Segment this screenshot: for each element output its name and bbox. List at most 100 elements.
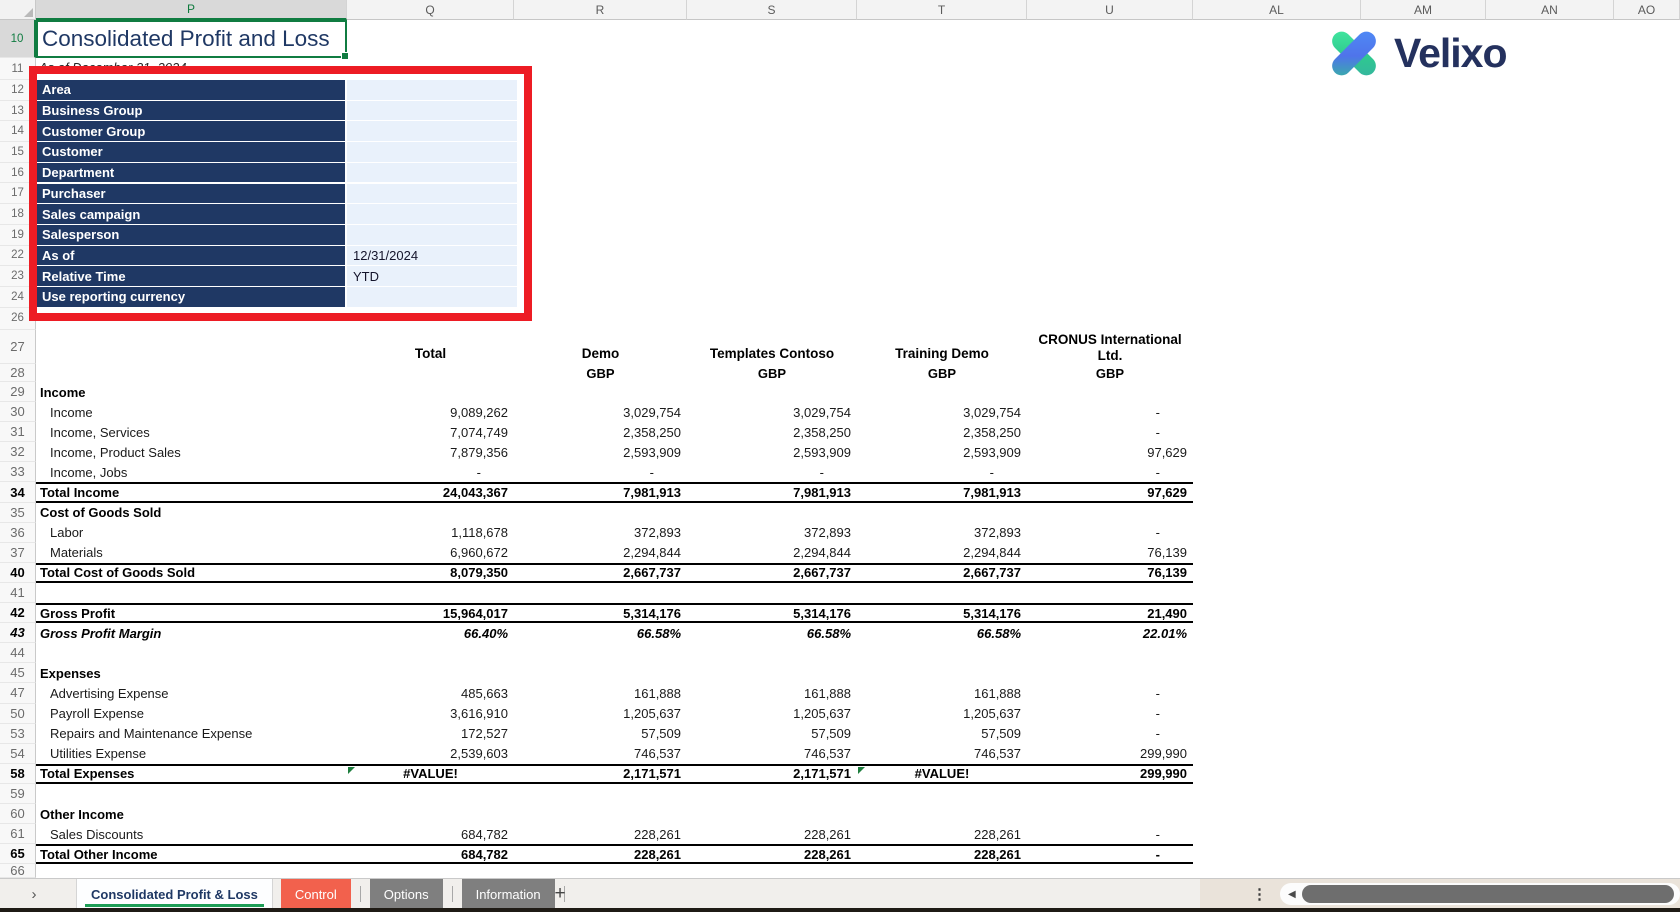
cell-value[interactable]: 372,893 [687,523,857,543]
row-header-58[interactable]: 58 [0,763,36,784]
cell-value[interactable]: 7,074,749 [347,422,514,442]
cell-value[interactable]: 485,663 [347,683,514,703]
cell-value[interactable]: 746,537 [514,744,687,764]
cell-value[interactable]: 2,667,737 [857,562,1027,583]
cell-value[interactable] [514,583,687,603]
row-header-24[interactable]: 24 [0,286,36,308]
currency-label[interactable] [347,364,514,382]
report-subtitle[interactable]: As of December 31, 2024 [39,60,186,75]
row-header-13[interactable]: 13 [0,100,36,122]
cell-value[interactable]: 161,888 [857,683,1027,703]
filter-value-use-reporting-currency[interactable] [347,287,517,307]
cell-value[interactable] [514,503,687,523]
cell-value[interactable] [514,784,687,804]
row-label-total-income[interactable]: Total Income [36,482,347,503]
cell-value[interactable]: 2,593,909 [514,442,687,462]
cell-value[interactable]: - [857,462,1027,482]
row-label-other-income[interactable]: Other Income [36,804,347,824]
row-header-36[interactable]: 36 [0,522,36,543]
filter-value-customer[interactable] [347,142,517,162]
sheet-nav-arrow[interactable]: › [14,879,54,909]
scroll-left-icon[interactable]: ◀ [1288,883,1296,905]
row-header-53[interactable]: 53 [0,723,36,744]
cell-value[interactable]: 746,537 [857,744,1027,764]
row-label-repairs-and-maintenance-expense[interactable]: Repairs and Maintenance Expense [36,724,347,744]
cell-value[interactable]: 76,139 [1027,562,1193,583]
filter-value-as-of[interactable]: 12/31/2024 [347,245,517,266]
cell-value[interactable]: 1,205,637 [857,704,1027,724]
row-header-47[interactable]: 47 [0,683,36,704]
cell-value[interactable]: 1,205,637 [514,704,687,724]
cell-value[interactable]: 15,964,017 [347,603,514,624]
cell-value[interactable] [857,643,1027,663]
add-sheet-button[interactable]: + [545,879,575,909]
column-title-total[interactable]: Total [347,330,514,364]
row-header-30[interactable]: 30 [0,402,36,423]
cell-value[interactable]: #VALUE! [347,763,514,784]
cell-value[interactable]: 2,593,909 [687,442,857,462]
row-header-28[interactable]: 28 [0,364,36,382]
row-header-41[interactable]: 41 [0,582,36,604]
column-title-templates-contoso[interactable]: Templates Contoso [687,330,857,364]
cell-value[interactable]: - [1027,683,1193,703]
filter-label-purchaser[interactable]: Purchaser [36,183,345,204]
cell-value[interactable]: - [1027,824,1193,844]
cell-blank[interactable] [36,330,347,364]
row-header-19[interactable]: 19 [0,224,36,246]
tab-control[interactable]: Control [280,879,351,909]
row-label-income-services[interactable]: Income, Services [36,422,347,442]
filter-value-business-group[interactable] [347,100,517,121]
cell-value[interactable] [347,784,514,804]
cell-value[interactable] [1027,503,1193,523]
column-title-demo[interactable]: Demo [514,330,687,364]
filter-value-area[interactable] [347,80,517,100]
cell-value[interactable]: 2,593,909 [857,442,1027,462]
cell-value[interactable]: 76,139 [1027,543,1193,563]
cell-value[interactable]: - [1027,844,1193,865]
row-label-total-expenses[interactable]: Total Expenses [36,763,347,784]
horizontal-scrollbar[interactable]: ◀ [1280,883,1680,905]
cell-value[interactable] [1027,663,1193,683]
cell-value[interactable] [347,583,514,603]
cell-blank[interactable] [36,364,347,382]
currency-label[interactable]: GBP [514,364,687,382]
cell-value[interactable]: 172,527 [347,724,514,744]
cell-value[interactable] [1027,583,1193,603]
cell-value[interactable] [687,382,857,402]
cell-value[interactable] [347,643,514,663]
cell-value[interactable] [687,784,857,804]
cell-value[interactable]: 2,539,603 [347,744,514,764]
filter-value-relative-time[interactable]: YTD [347,266,517,286]
column-header-P[interactable]: P [36,0,347,20]
cell-value[interactable] [687,503,857,523]
cell-value[interactable]: 3,029,754 [514,402,687,422]
cell-value[interactable]: 97,629 [1027,442,1193,462]
cell-value[interactable]: 2,171,571 [514,763,687,784]
row-header-29[interactable]: 29 [0,382,36,403]
cell-value[interactable]: 228,261 [687,844,857,865]
cell-value[interactable]: - [1027,704,1193,724]
cell-value[interactable]: - [1027,523,1193,543]
cell-value[interactable]: 66.58% [687,623,857,643]
cell-value[interactable]: 2,358,250 [514,422,687,442]
cell-value[interactable] [857,663,1027,683]
select-all-corner[interactable] [0,0,36,20]
row-label-cost-of-goods-sold[interactable]: Cost of Goods Sold [36,503,347,523]
cell-value[interactable]: 228,261 [514,844,687,865]
cell-value[interactable]: 6,960,672 [347,543,514,563]
cell-value[interactable]: 228,261 [857,824,1027,844]
column-header-AN[interactable]: AN [1486,0,1614,20]
cell-value[interactable]: 7,981,913 [514,482,687,503]
cell-value[interactable]: 228,261 [857,844,1027,865]
row-header-33[interactable]: 33 [0,462,36,483]
cell-value[interactable]: - [1027,462,1193,482]
title-cell[interactable]: Consolidated Profit and Loss [36,20,349,60]
cell-value[interactable] [347,503,514,523]
cell-value[interactable]: 2,667,737 [514,562,687,583]
cell-value[interactable] [347,382,514,402]
cell-value[interactable]: 299,990 [1027,763,1193,784]
row-header-18[interactable]: 18 [0,204,36,225]
row-label-59[interactable] [36,784,347,804]
column-header-AL[interactable]: AL [1193,0,1361,20]
filter-value-salesperson[interactable] [347,224,517,245]
